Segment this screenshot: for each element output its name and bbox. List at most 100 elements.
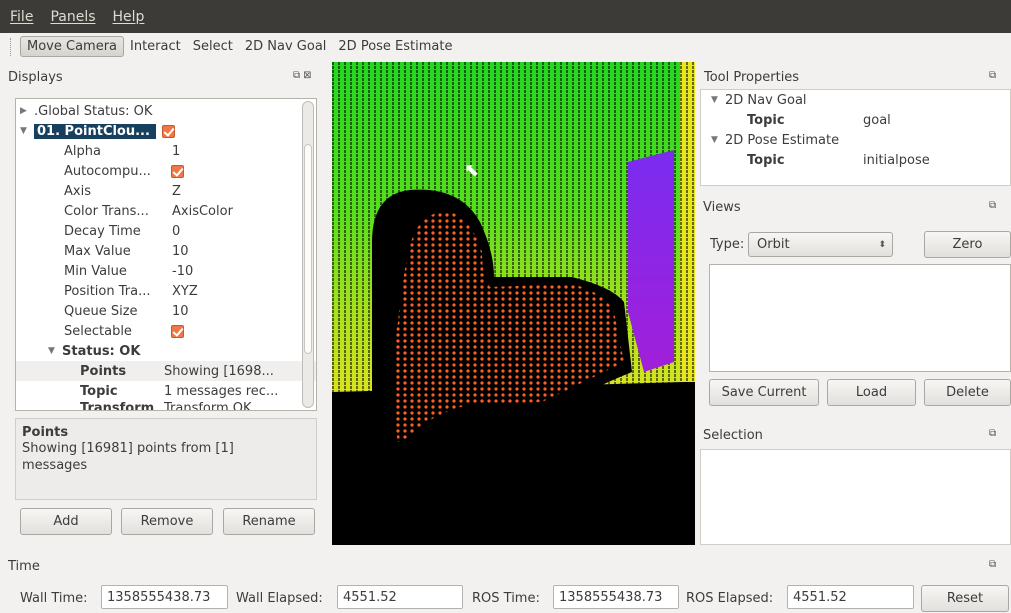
property-value[interactable]: XYZ xyxy=(172,284,316,299)
tool-row-nav-topic[interactable]: Topic goal xyxy=(701,110,1010,130)
views-type-select[interactable]: Orbit ⬍ xyxy=(748,232,893,257)
property-name: Position Tra... xyxy=(64,283,151,299)
menu-panels[interactable]: Panels xyxy=(50,9,95,25)
expand-arrow-icon[interactable]: ▶ xyxy=(20,106,34,116)
menu-help[interactable]: Help xyxy=(113,9,145,25)
tree-row-property[interactable]: Min Value -10 xyxy=(64,261,316,281)
property-value[interactable]: 1 xyxy=(172,144,316,159)
description-text: Showing [16981] points from [1] messages xyxy=(22,441,234,473)
tree-row-property[interactable]: Decay Time 0 xyxy=(64,221,316,241)
property-name: Autocompu... xyxy=(64,163,151,179)
nav-goal-tool[interactable]: 2D Nav Goal xyxy=(239,37,333,56)
interact-tool[interactable]: Interact xyxy=(124,37,187,56)
nav-topic-label: Topic xyxy=(747,112,785,128)
tree-row-property[interactable]: Selectable xyxy=(64,321,316,341)
selection-panel-icons: ⧉ xyxy=(989,428,999,439)
description-title: Points xyxy=(22,425,69,440)
property-name: Selectable xyxy=(64,323,132,339)
menu-file[interactable]: File xyxy=(10,9,33,25)
tool-properties-icons: ⧉ xyxy=(989,70,999,81)
property-name: Alpha xyxy=(64,143,101,159)
tool-row-pose-topic[interactable]: Topic initialpose xyxy=(701,150,1010,170)
delete-button[interactable]: Delete xyxy=(924,379,1011,406)
saved-views-list[interactable] xyxy=(709,264,1011,372)
property-value[interactable]: Z xyxy=(172,184,316,199)
property-value[interactable]: AxisColor xyxy=(172,204,316,219)
tool-bar: Move Camera Interact Select 2D Nav Goal … xyxy=(0,33,1011,60)
collapse-arrow-icon[interactable]: ▼ xyxy=(48,346,62,356)
time-panel-icons: ⧉ xyxy=(989,559,999,570)
tree-row-points[interactable]: Points Showing [1698... xyxy=(16,361,316,381)
remove-button[interactable]: Remove xyxy=(121,508,213,535)
tree-row-transform[interactable]: Transform Transform OK xyxy=(20,401,316,410)
property-description: Points Showing [16981] points from [1] m… xyxy=(15,418,317,500)
selection-list[interactable] xyxy=(700,449,1011,545)
property-value[interactable]: 0 xyxy=(172,224,316,239)
mouse-cursor-icon: ⬉ xyxy=(464,160,480,181)
select-tool[interactable]: Select xyxy=(187,37,239,56)
ros-time-label: ROS Time: xyxy=(472,591,540,606)
float-icon[interactable]: ⧉ xyxy=(989,200,999,211)
property-name: Axis xyxy=(64,183,91,199)
collapse-arrow-icon[interactable]: ▼ xyxy=(20,126,34,136)
property-name: Color Trans... xyxy=(64,203,149,219)
tool-properties-tree[interactable]: ▼ 2D Nav Goal Topic goal ▼ 2D Pose Estim… xyxy=(700,89,1011,186)
property-value[interactable]: 10 xyxy=(172,304,316,319)
views-title: Views xyxy=(703,200,741,215)
property-checkbox[interactable] xyxy=(171,324,184,338)
tree-row-property[interactable]: Max Value 10 xyxy=(64,241,316,261)
pose-topic-label: Topic xyxy=(747,152,785,168)
views-type-value: Orbit xyxy=(757,237,790,252)
selection-title: Selection xyxy=(703,428,763,443)
zero-button[interactable]: Zero xyxy=(924,231,1011,258)
nav-goal-label: 2D Nav Goal xyxy=(725,92,807,108)
ros-elapsed-field[interactable]: 4551.52 xyxy=(787,585,914,609)
property-value[interactable]: -10 xyxy=(172,264,316,279)
add-button[interactable]: Add xyxy=(20,508,112,535)
tree-row-property[interactable]: Autocompu... xyxy=(64,161,316,181)
displays-tree[interactable]: ▶ .Global Status: OK ▼ 01. PointClou... … xyxy=(15,98,317,411)
rename-button[interactable]: Rename xyxy=(223,508,315,535)
wall-elapsed-field[interactable]: 4551.52 xyxy=(337,585,463,609)
render-viewport[interactable]: ⬉ xyxy=(332,62,695,545)
property-name: Min Value xyxy=(64,263,127,279)
pose-topic-value[interactable]: initialpose xyxy=(863,153,930,168)
collapse-arrow-icon[interactable]: ▼ xyxy=(711,95,725,105)
save-current-button[interactable]: Save Current xyxy=(709,379,819,406)
property-checkbox[interactable] xyxy=(171,164,184,178)
toolbar-grip[interactable] xyxy=(10,37,14,56)
tree-scrollbar[interactable] xyxy=(302,101,314,408)
status-label: Status: OK xyxy=(62,343,141,359)
close-icon[interactable]: ⊠ xyxy=(303,70,314,81)
tree-row-property[interactable]: Axis Z xyxy=(64,181,316,201)
ros-time-field[interactable]: 1358555438.73 xyxy=(553,585,679,609)
spinner-arrows-icon: ⬍ xyxy=(878,239,886,250)
float-icon[interactable]: ⧉ xyxy=(989,559,999,570)
pointcloud-enabled-checkbox[interactable] xyxy=(162,124,175,138)
tree-row-pointcloud[interactable]: ▼ 01. PointClou... xyxy=(20,121,316,141)
tool-row-pose-estimate[interactable]: ▼ 2D Pose Estimate xyxy=(701,130,1010,150)
move-camera-tool[interactable]: Move Camera xyxy=(20,36,125,57)
nav-topic-value[interactable]: goal xyxy=(863,113,891,128)
topic-value: 1 messages rec... xyxy=(164,383,279,399)
tree-row-property[interactable]: Position Tra... XYZ xyxy=(64,281,316,301)
float-icon[interactable]: ⧉ xyxy=(989,70,999,81)
float-icon[interactable]: ⧉ xyxy=(293,70,303,81)
property-value[interactable]: 10 xyxy=(172,244,316,259)
tree-row-status[interactable]: ▼ Status: OK xyxy=(20,341,316,361)
tree-scrollbar-thumb[interactable] xyxy=(304,144,312,354)
float-icon[interactable]: ⧉ xyxy=(989,428,999,439)
pointcloud-label: 01. PointClou... xyxy=(34,123,156,139)
tree-row-topic[interactable]: Topic 1 messages rec... xyxy=(20,381,316,401)
wall-time-field[interactable]: 1358555438.73 xyxy=(101,585,228,609)
tree-row-property[interactable]: Alpha 1 xyxy=(64,141,316,161)
tree-row-property[interactable]: Color Trans... AxisColor xyxy=(64,201,316,221)
tool-row-nav-goal[interactable]: ▼ 2D Nav Goal xyxy=(701,90,1010,110)
pose-estimate-tool[interactable]: 2D Pose Estimate xyxy=(332,37,458,56)
tree-row-property[interactable]: Queue Size 10 xyxy=(64,301,316,321)
collapse-arrow-icon[interactable]: ▼ xyxy=(711,135,725,145)
tree-row-global-status[interactable]: ▶ .Global Status: OK xyxy=(20,101,316,121)
property-name: Max Value xyxy=(64,243,131,259)
load-button[interactable]: Load xyxy=(827,379,916,406)
reset-button[interactable]: Reset xyxy=(921,585,1009,612)
